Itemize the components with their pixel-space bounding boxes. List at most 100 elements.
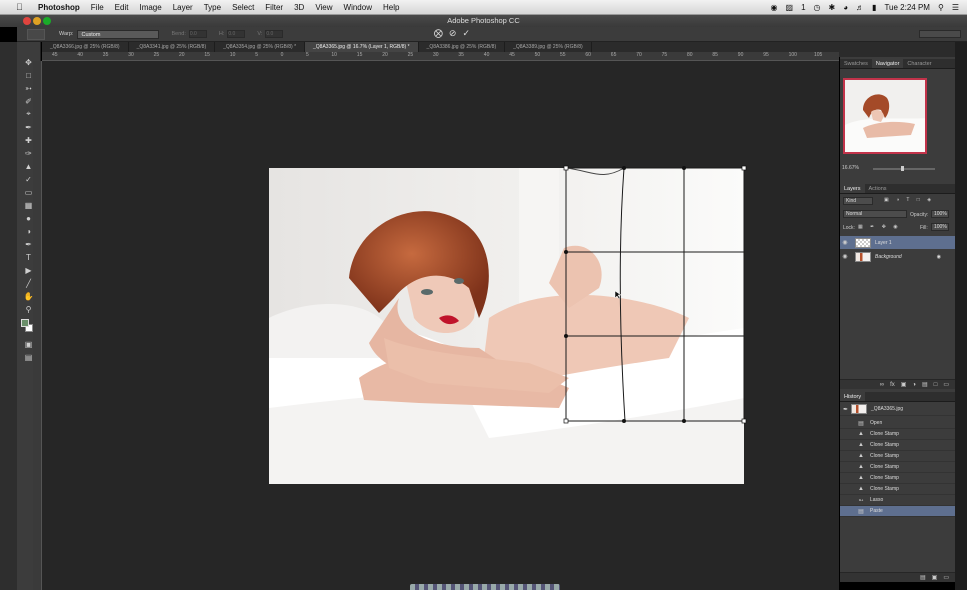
tab-doc-3[interactable]: _Q8A3354.jpg @ 25% (RGB/8) *	[215, 42, 306, 52]
menu-type[interactable]: Type	[204, 3, 221, 12]
ruler-tick-label: 5	[255, 52, 258, 58]
layer-1-thumbnail	[855, 237, 871, 248]
visibility-eye-icon[interactable]: ◉	[840, 253, 850, 260]
warp-style-select[interactable]: Custom	[77, 29, 160, 39]
navigator-zoom-slider[interactable]	[873, 166, 935, 171]
tab-doc-6[interactable]: _Q8A3389.jpg @ 25% (RGB/8)	[505, 42, 592, 52]
ruler-tick-label: 95	[763, 52, 769, 58]
layer-filter-select[interactable]: Kind	[843, 197, 873, 205]
menu-filter[interactable]: Filter	[265, 3, 283, 12]
history-item[interactable]: ▲ Clone Stamp	[840, 429, 955, 440]
visibility-eye-icon[interactable]: ◉	[840, 239, 850, 246]
dropbox-icon[interactable]: ▨	[786, 3, 794, 12]
workspace-switcher[interactable]	[919, 30, 961, 38]
menu-file[interactable]: File	[91, 3, 104, 12]
tab-character[interactable]: Character	[903, 59, 935, 68]
ruler-tick-label: 70	[636, 52, 642, 58]
opacity-field[interactable]: 100%	[931, 210, 949, 218]
stamp-icon: ▲	[858, 442, 864, 448]
history-item-selected[interactable]: ▤ Paste	[840, 506, 955, 517]
timemachine-icon[interactable]: ◷	[814, 3, 821, 12]
lock-icons[interactable]: ▦ ✒ ✥ ◉	[858, 224, 901, 230]
volume-icon[interactable]: ♬	[856, 3, 864, 12]
warp-mode-icon[interactable]: ⨂	[434, 28, 443, 39]
fill-field[interactable]: 100%	[931, 223, 949, 231]
document-icon: ▤	[858, 508, 864, 515]
menu-window[interactable]: Window	[344, 3, 372, 12]
delete-state-icon[interactable]: ▭	[943, 574, 949, 581]
layer-style-icon[interactable]: fx	[890, 382, 895, 388]
notification-icon[interactable]: ☰	[952, 3, 959, 12]
zoom-window-button[interactable]	[43, 17, 51, 25]
menu-3d[interactable]: 3D	[294, 3, 304, 12]
menu-view[interactable]: View	[315, 3, 332, 12]
document-canvas[interactable]	[42, 61, 839, 590]
record-icon[interactable]: ◉	[771, 3, 778, 12]
menu-image[interactable]: Image	[139, 3, 161, 12]
mac-dock[interactable]	[410, 584, 560, 590]
tab-doc-5[interactable]: _Q8A3386.jpg @ 25% (RGB/8)	[419, 42, 506, 52]
clock[interactable]: Tue 2:24 PM	[884, 3, 930, 12]
layer-filter-icons[interactable]: ▣ ◑ T □ ◈	[884, 197, 934, 203]
history-item[interactable]: ➳ Lasso	[840, 495, 955, 506]
new-document-from-state-icon[interactable]: ▤	[920, 574, 926, 581]
menu-help[interactable]: Help	[383, 3, 399, 12]
tab-doc-2[interactable]: _Q8A3341.jpg @ 25% (RGB/8)	[129, 42, 216, 52]
history-item[interactable]: ▲ Clone Stamp	[840, 473, 955, 484]
add-mask-icon[interactable]: ▣	[901, 381, 907, 388]
apple-menu-icon[interactable]: 	[16, 2, 30, 12]
h-field[interactable]: 0.0	[227, 30, 246, 38]
background-layer-name[interactable]: Background	[875, 254, 902, 260]
layers-panel-footer: ∞ fx ▣ ◑ ▤ □ ▭	[840, 379, 955, 389]
tab-doc-active[interactable]: _Q8A3365.jpg @ 16.7% (Layer 1, RGB/8) *	[305, 42, 419, 52]
layer-1-name[interactable]: Layer 1	[875, 240, 892, 246]
tab-history[interactable]: History	[840, 392, 866, 401]
delete-layer-icon[interactable]: ▭	[943, 381, 949, 388]
history-item[interactable]: ▲ Clone Stamp	[840, 462, 955, 473]
layer-row-layer-1[interactable]: ◉ Layer 1	[840, 236, 955, 249]
battery-count[interactable]: 1	[801, 3, 805, 12]
tool-preset-picker[interactable]	[27, 28, 45, 40]
bend-field[interactable]: 0.0	[188, 30, 207, 38]
minimize-window-button[interactable]	[33, 17, 41, 25]
menu-app-name[interactable]: Photoshop	[38, 3, 80, 12]
commit-transform-icon[interactable]: ✓	[462, 28, 470, 39]
menu-layer[interactable]: Layer	[173, 3, 193, 12]
cancel-transform-icon[interactable]: ⊘	[449, 28, 457, 39]
adjustment-layer-icon[interactable]: ◑	[912, 382, 916, 388]
navigator-thumbnail[interactable]	[843, 78, 927, 154]
close-window-button[interactable]	[23, 17, 31, 25]
new-layer-icon[interactable]: □	[934, 382, 938, 388]
link-layers-icon[interactable]: ∞	[880, 382, 884, 388]
tab-layers[interactable]: Layers	[840, 184, 865, 193]
menu-select[interactable]: Select	[232, 3, 254, 12]
layer-row-background[interactable]: ◉ Background ◉	[840, 250, 955, 263]
ruler-tick-label: 35	[102, 52, 109, 58]
history-item[interactable]: ▲ Clone Stamp	[840, 484, 955, 495]
warp-grid-overlay[interactable]	[42, 61, 839, 590]
history-item[interactable]: ▤ Open	[840, 418, 955, 429]
search-icon[interactable]: ⚲	[938, 3, 944, 12]
tab-navigator[interactable]: Navigator	[871, 59, 904, 68]
create-snapshot-icon[interactable]: ▣	[932, 574, 938, 581]
tab-doc-1[interactable]: _Q8A3366.jpg @ 25% (RGB/8)	[42, 42, 129, 52]
foreground-color-swatch[interactable]	[21, 319, 29, 327]
ruler-tick-label: 30	[433, 52, 439, 58]
history-item[interactable]: ▲ Clone Stamp	[840, 440, 955, 451]
blend-mode-select[interactable]: Normal	[843, 210, 907, 218]
ruler-tick-label: 90	[737, 52, 744, 58]
history-snapshot[interactable]: ✒ _Q8A3365.jpg	[840, 403, 955, 416]
tab-actions[interactable]: Actions	[865, 184, 891, 193]
v-field[interactable]: 0.0	[265, 30, 284, 38]
tab-swatches[interactable]: Swatches	[840, 59, 872, 68]
window-title: Adobe Photoshop CC	[447, 16, 520, 25]
history-item[interactable]: ▲ Clone Stamp	[840, 451, 955, 462]
history-item-label: Open	[870, 420, 883, 426]
ruler-tick-label: 15	[356, 52, 363, 58]
wifi-icon[interactable]: ◕	[843, 3, 848, 12]
new-group-icon[interactable]: ▤	[922, 381, 928, 388]
menu-edit[interactable]: Edit	[115, 3, 129, 12]
navigator-zoom-value[interactable]: 16.67%	[842, 165, 859, 171]
bluetooth-icon[interactable]: ✱	[829, 3, 836, 12]
battery-icon[interactable]: ▮	[872, 3, 876, 12]
